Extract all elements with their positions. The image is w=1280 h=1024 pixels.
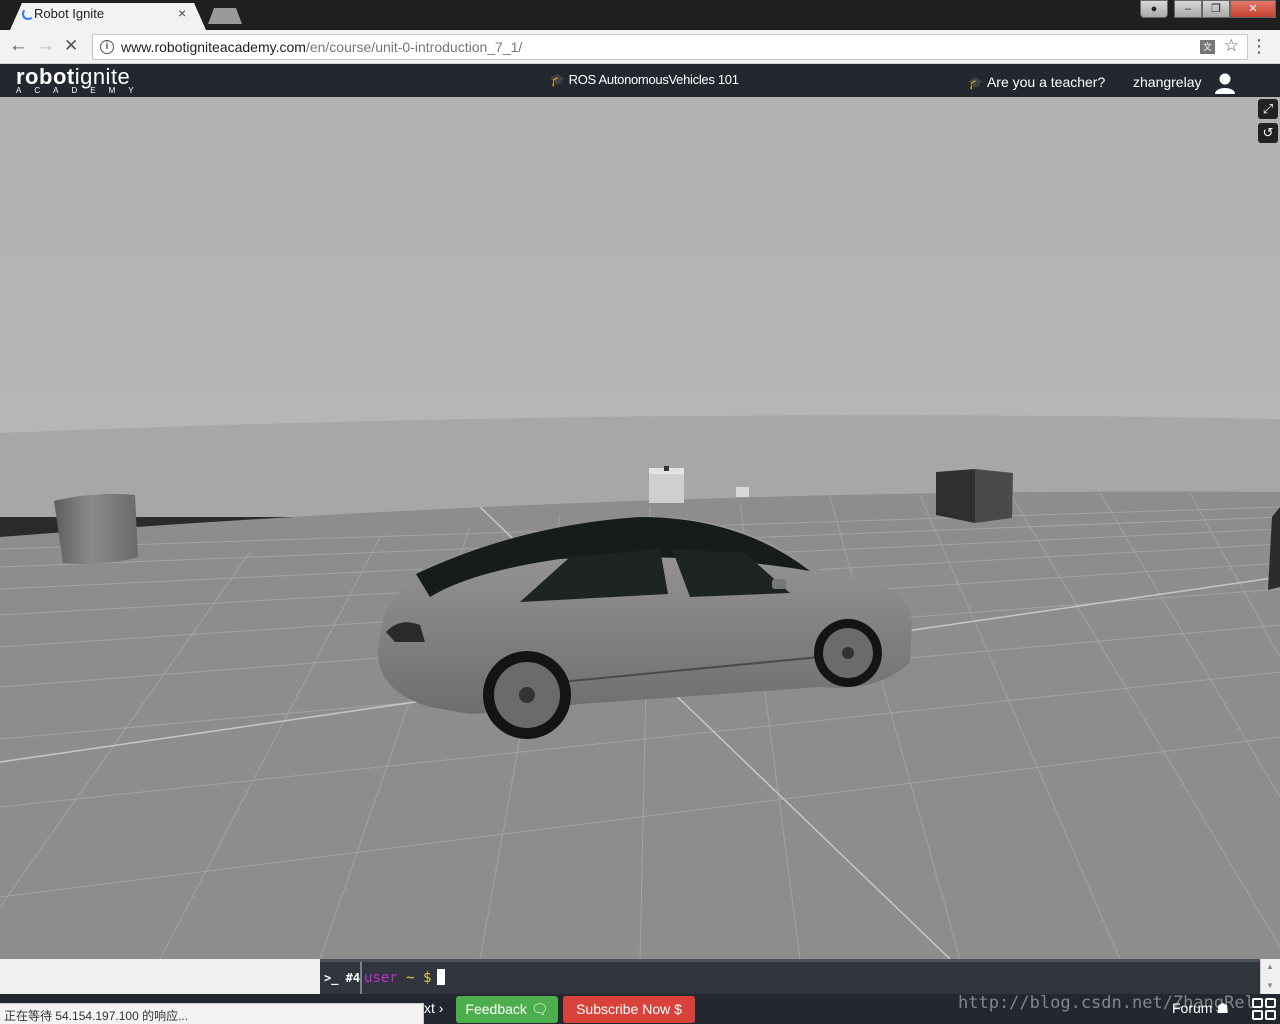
graduation-cap-icon: 🎓	[968, 76, 983, 90]
prompt-path: ~ $	[397, 970, 432, 986]
dark-cube-obstacle	[936, 469, 1013, 523]
tab-title: Robot Ignite	[34, 6, 105, 21]
browser-status-bubble: 正在等待 54.154.197.100 的响应...	[0, 1003, 424, 1024]
teacher-link[interactable]: 🎓 Are you a teacher?	[968, 74, 1105, 90]
apps-grid-icon[interactable]	[1252, 998, 1278, 1022]
scroll-down-icon[interactable]: ▼	[1266, 981, 1274, 990]
forward-arrow-icon[interactable]: →	[36, 36, 55, 56]
bookmark-star-icon[interactable]: ☆	[1224, 36, 1239, 56]
terminal-scrollbar[interactable]: ▲ ▼	[1260, 959, 1280, 994]
scroll-up-icon[interactable]: ▲	[1266, 962, 1274, 971]
stop-loading-icon[interactable]: ✕	[64, 36, 78, 56]
forum-link[interactable]: Forum ☗	[1172, 1000, 1229, 1017]
robotignite-logo[interactable]: robotignite ACADEMY	[16, 65, 147, 95]
browser-toolbar: ← → ✕ i www.robotigniteacademy.com/en/co…	[0, 30, 1280, 64]
window-controls: ● – ❐ ✕	[1140, 0, 1276, 20]
notebook-panel	[0, 959, 320, 994]
web-shell-terminal[interactable]: >_ #4 user ~ $	[320, 959, 1260, 994]
prompt-user: user	[364, 970, 398, 986]
address-bar[interactable]: i www.robotigniteacademy.com/en/course/u…	[92, 34, 1248, 60]
browser-menu-icon[interactable]: ⋮	[1250, 36, 1268, 57]
course-title[interactable]: 🎓 ROS AutonomousVehicles 101	[550, 72, 739, 87]
graduation-cap-icon: 🎓	[550, 73, 565, 87]
url-text[interactable]: www.robotigniteacademy.com/en/course/uni…	[121, 39, 522, 55]
simulation-viewport[interactable]: ⤢ ↺	[0, 97, 1280, 959]
sky	[0, 97, 1280, 437]
next-button[interactable]: xt ›	[424, 1000, 443, 1016]
teacher-link-text: Are you a teacher?	[986, 74, 1106, 90]
site-info-icon[interactable]: i	[100, 40, 114, 54]
browser-tab-strip: Robot Ignite × ● – ❐ ✕	[0, 0, 1280, 30]
url-path: /en/course/unit-0-introduction_7_1/	[305, 39, 523, 55]
text-cursor	[437, 969, 446, 985]
close-window-button[interactable]: ✕	[1230, 0, 1276, 18]
profile-button[interactable]: ●	[1140, 0, 1168, 18]
maximize-button[interactable]: ❐	[1202, 0, 1230, 18]
new-tab-button[interactable]	[208, 8, 242, 24]
fullscreen-toggle-icon[interactable]: ⤢	[1258, 99, 1278, 119]
cylinder-obstacle	[54, 493, 138, 565]
terminal-tab[interactable]: >_ #4	[324, 971, 360, 985]
user-avatar-icon[interactable]	[1214, 72, 1236, 94]
gazebo-scene[interactable]	[0, 97, 1280, 959]
logo-subtitle: ACADEMY	[16, 86, 147, 95]
tab-close-icon[interactable]: ×	[178, 5, 186, 21]
reset-view-icon[interactable]: ↺	[1258, 123, 1278, 143]
app-header: robotignite ACADEMY 🎓 ROS AutonomousVehic…	[0, 65, 1280, 97]
shell-prompt[interactable]: user ~ $	[364, 969, 446, 986]
subscribe-button[interactable]: Subscribe Now $	[563, 996, 695, 1023]
back-arrow-icon[interactable]: ←	[9, 36, 28, 56]
white-box-obstacle	[649, 466, 684, 503]
url-host: www.robotigniteacademy.com	[121, 39, 306, 55]
terminal-divider	[360, 962, 362, 994]
loading-spinner-icon	[22, 8, 34, 20]
translate-icon[interactable]: 文	[1200, 40, 1215, 54]
minimize-button[interactable]: –	[1174, 0, 1202, 18]
username[interactable]: zhangrelay	[1133, 74, 1202, 90]
course-title-text: ROS AutonomousVehicles 101	[568, 72, 739, 87]
small-box-obstacle	[736, 487, 749, 497]
feedback-button[interactable]: Feedback 🗨	[456, 996, 558, 1023]
